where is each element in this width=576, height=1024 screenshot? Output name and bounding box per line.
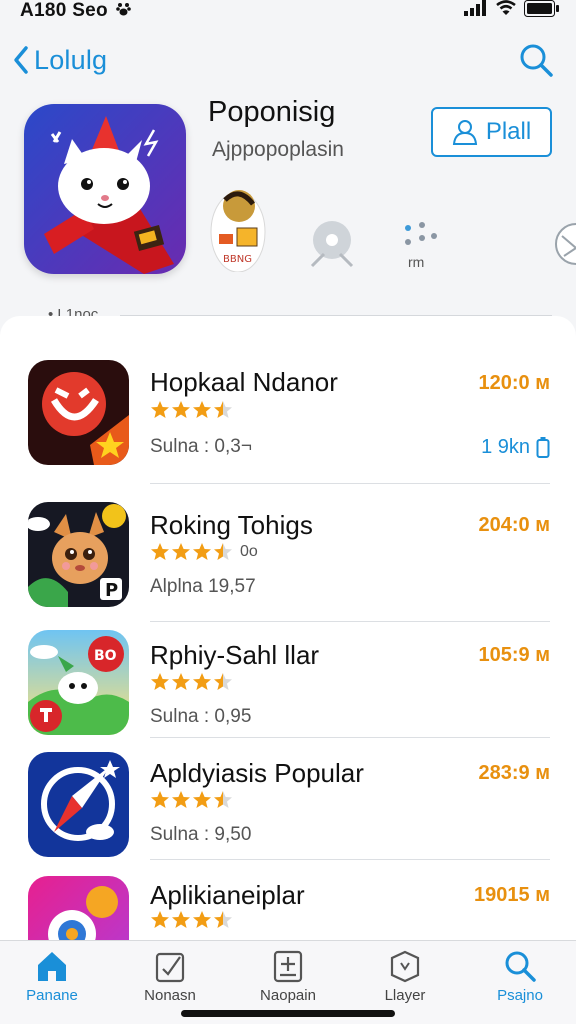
star-icon [214,543,232,560]
tab-clipboard[interactable]: Nonasn [120,949,220,1011]
star-icon [151,673,169,690]
tab-label: Psajno [497,987,543,1004]
app-price: 120:0 м [478,372,550,394]
star-icon [193,543,211,560]
tab-label: Llayer [384,987,426,1004]
screenshot-thumb-3[interactable] [400,222,444,250]
signal-icon [464,0,486,16]
user-icon [452,120,477,145]
screenshot-thumb-4[interactable] [552,220,576,268]
screenshot-thumb-2[interactable] [310,220,354,270]
star-icon [172,911,190,928]
thumb-label: rm [408,254,425,270]
tab-calendar[interactable]: Naopain [238,949,338,1011]
featured-app-subtitle: Ajppopoplasin [212,138,344,161]
star-icon [151,791,169,808]
star-icon [151,543,169,560]
svg-text:P: P [105,580,118,601]
play-button-label: Plall [485,118,532,145]
tab-home[interactable]: Panane [2,949,102,1011]
tab-label: Naopain [260,987,316,1004]
row-divider [150,859,550,860]
nav-bar: Lolulg [0,36,576,86]
star-icon [193,401,211,418]
box-icon [390,950,420,983]
star-icon [214,673,232,690]
featured-app-title: Poponisig [208,96,336,128]
star-icon [214,911,232,928]
screenshot-thumb-1[interactable]: BBNG [209,188,267,273]
app-icon [28,752,129,857]
tab-search[interactable]: Psajno [470,949,570,1011]
app-meta: Sulna : 9,50 [150,824,252,845]
status-time: A180 Seo [20,0,108,21]
home-icon [38,952,66,981]
star-icon [172,543,190,560]
app-meta: Alplna 19,57 [150,576,256,597]
back-label: Lolulg [34,44,108,75]
tab-label: Panane [26,987,78,1004]
star-icon [172,791,190,808]
list-item[interactable]: Apldyiasis Popular Sulna : 9,50 283:9 м [0,746,576,858]
app-list: Hopkaal Ndanor Sulna : 0,3¬ 120:0 м 1 9k… [0,316,576,956]
star-icon [172,673,190,690]
list-item[interactable]: BO Rphiy-Sahl llar Sulna : 0,95 105:9 м [0,628,576,740]
star-rating [150,400,233,422]
featured-app-icon[interactable] [24,104,186,274]
app-name: Aplikianeiplar [150,880,305,910]
search-icon [505,951,536,982]
list-item[interactable]: Hopkaal Ndanor Sulna : 0,3¬ 120:0 м 1 9k… [0,356,576,482]
app-price: 204:0 м [478,514,550,536]
tab-label: Nonasn [144,987,196,1004]
star-rating [150,672,233,694]
star-icon [172,401,190,418]
star-icon [151,401,169,418]
list-item[interactable]: P Roking Tohigs 0o Alplna 19,57 204:0 м [0,498,576,618]
star-icon [193,911,211,928]
app-icon [28,360,129,465]
tab-box[interactable]: Llayer [355,949,455,1011]
star-icon [214,791,232,808]
svg-text:BO: BO [94,648,117,664]
star-rating: 0o [150,542,258,564]
download-icon [536,436,550,458]
wifi-icon [496,0,516,15]
search-icon[interactable] [518,42,554,78]
chevron-left-icon [14,46,28,74]
row-divider [150,621,550,622]
app-meta: Sulna : 0,95 [150,706,252,727]
battery-icon [524,0,559,17]
app-meta: Sulna : 0,3¬ [150,436,252,457]
row-divider [150,737,550,738]
app-name: Roking Tohigs [150,510,313,540]
back-button[interactable]: Lolulg [12,42,107,78]
app-price: 283:9 м [478,762,550,784]
app-name: Rphiy-Sahl llar [150,640,320,670]
featured-app: Poponisig Ajppopoplasin Plall BBNG rm [0,96,576,306]
app-name: Hopkaal Ndanor [150,367,338,397]
calendar-icon [273,950,303,983]
play-button[interactable]: Plall [431,107,552,157]
star-rating [150,790,233,812]
app-icon: BO [28,630,129,735]
rating-suffix: 0o [240,543,258,560]
app-icon: P [28,502,129,607]
app-price: 105:9 м [478,644,550,666]
star-icon [151,911,169,928]
clipboard-icon [155,952,185,983]
star-icon [214,401,232,418]
app-price: 19015 м [474,884,550,906]
home-indicator [181,1010,395,1017]
row-divider [150,483,550,484]
status-bar: A180 Seo [0,0,576,22]
app-name: Apldyiasis Popular [150,758,364,788]
star-icon [193,791,211,808]
status-icons [464,0,560,18]
paw-icon [116,3,131,16]
app-size: 1 9kn [481,436,550,459]
app-size-label: 1 9kn [481,436,530,458]
star-icon [193,673,211,690]
svg-text:BBNG: BBNG [223,254,252,265]
star-rating [150,910,233,932]
